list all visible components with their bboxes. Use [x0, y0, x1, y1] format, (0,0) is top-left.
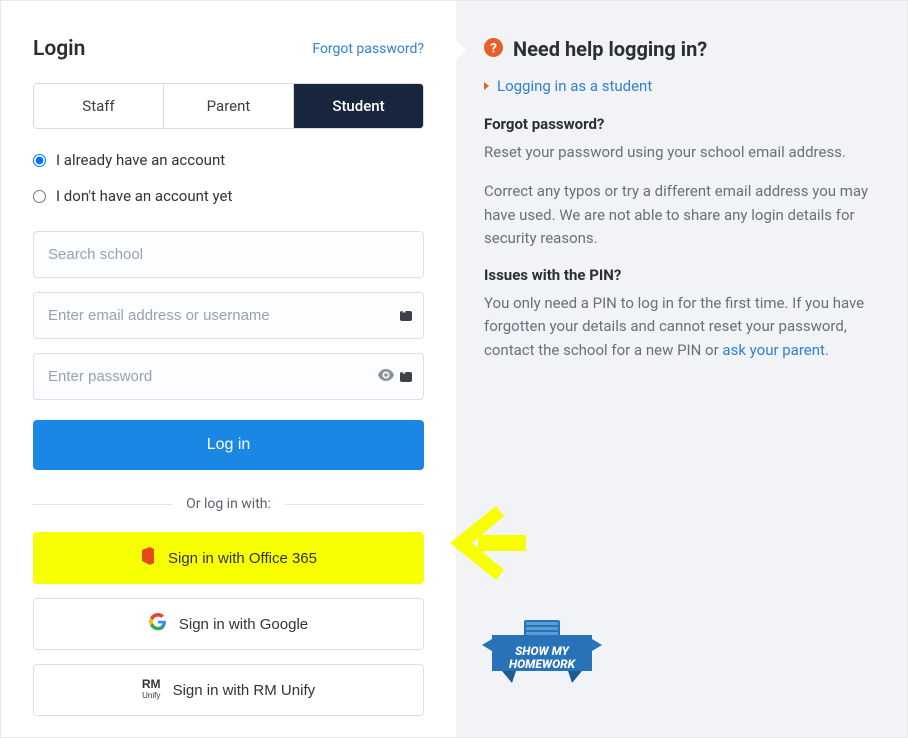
- office-icon: [140, 547, 156, 569]
- forgot-password-link[interactable]: Forgot password?: [312, 41, 424, 57]
- radio-have-account-input[interactable]: [33, 154, 46, 167]
- help-link-row: Logging in as a student: [484, 77, 877, 95]
- google-icon: [149, 613, 167, 635]
- help-pin-heading: Issues with the PIN?: [484, 266, 877, 284]
- logo-line2: HOMEWORK: [509, 657, 577, 671]
- page-container: Login Forgot password? Staff Parent Stud…: [0, 0, 908, 738]
- tab-student[interactable]: Student: [294, 84, 423, 128]
- help-forgot-p2: Correct any typos or try a different ema…: [484, 180, 877, 250]
- sso-rmunify-label: Sign in with RM Unify: [173, 682, 316, 699]
- radio-no-account-input[interactable]: [33, 190, 46, 203]
- sso-office365-label: Sign in with Office 365: [168, 550, 317, 567]
- chevron-right-icon: [484, 82, 489, 90]
- password-input[interactable]: [33, 353, 424, 400]
- sso-google-label: Sign in with Google: [179, 616, 308, 633]
- logo-line1: SHOW MY: [515, 644, 571, 658]
- help-title: Need help logging in?: [513, 37, 707, 61]
- login-panel: Login Forgot password? Staff Parent Stud…: [1, 1, 456, 737]
- help-pin-paragraph: You only need a PIN to log in for the fi…: [484, 292, 877, 362]
- help-forgot-heading: Forgot password?: [484, 115, 877, 133]
- email-input[interactable]: [33, 292, 424, 339]
- ask-parent-link[interactable]: ask your parent: [722, 341, 825, 359]
- role-tabs: Staff Parent Student: [33, 83, 424, 129]
- rmunify-icon: RMUnify: [142, 679, 161, 701]
- tab-parent[interactable]: Parent: [164, 84, 294, 128]
- login-button[interactable]: Log in: [33, 420, 424, 470]
- brand-logo: SHOW MY HOMEWORK: [482, 615, 602, 699]
- help-header: ? Need help logging in?: [484, 37, 877, 61]
- svg-text:?: ?: [490, 41, 497, 56]
- password-icons: [378, 369, 412, 385]
- keyboard-icon: [400, 311, 412, 321]
- sso-rmunify-button[interactable]: RMUnify Sign in with RM Unify: [33, 664, 424, 716]
- radio-no-account-label: I don't have an account yet: [56, 187, 232, 205]
- help-student-link[interactable]: Logging in as a student: [497, 77, 652, 95]
- help-forgot-p1: Reset your password using your school em…: [484, 141, 877, 164]
- sso-office365-button[interactable]: Sign in with Office 365: [33, 532, 424, 584]
- help-icon: ?: [484, 38, 503, 61]
- help-pin-suffix: .: [825, 341, 829, 359]
- help-panel: ? Need help logging in? Logging in as a …: [456, 1, 907, 737]
- search-school-input[interactable]: [33, 231, 424, 278]
- login-header: Login Forgot password?: [33, 37, 424, 61]
- panel-notch: [454, 38, 466, 62]
- login-title: Login: [33, 37, 85, 61]
- radio-have-account[interactable]: I already have an account: [33, 151, 424, 169]
- radio-have-account-label: I already have an account: [56, 151, 225, 169]
- tab-staff[interactable]: Staff: [34, 84, 164, 128]
- keyboard-icon: [400, 372, 412, 382]
- sso-divider-label: Or log in with:: [172, 496, 285, 512]
- eye-icon[interactable]: [378, 369, 394, 385]
- sso-google-button[interactable]: Sign in with Google: [33, 598, 424, 650]
- sso-divider: Or log in with:: [33, 496, 424, 512]
- radio-no-account[interactable]: I don't have an account yet: [33, 187, 424, 205]
